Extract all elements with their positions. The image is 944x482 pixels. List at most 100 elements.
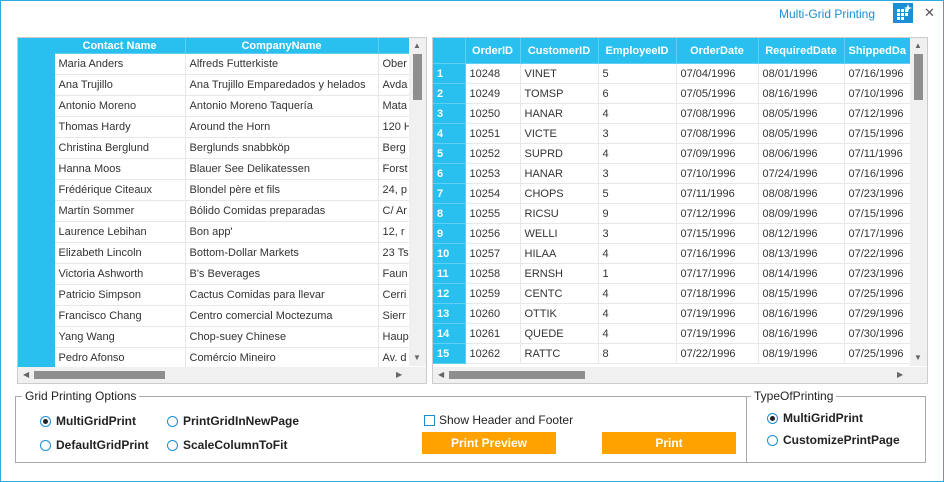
- table-cell[interactable]: Comércio Mineiro: [185, 347, 379, 369]
- row-number[interactable]: 5: [433, 143, 466, 164]
- row-number[interactable]: 4: [433, 123, 466, 144]
- table-cell[interactable]: 5: [598, 63, 677, 84]
- table-cell[interactable]: 07/24/1996: [758, 163, 845, 184]
- row-indicator[interactable]: [18, 74, 55, 96]
- row-number[interactable]: 1: [433, 63, 466, 84]
- table-cell[interactable]: 4: [598, 303, 677, 324]
- table-row[interactable]: 10 10257 HILAA 4 07/16/1996 08/13/1996 07/22/1…: [433, 243, 911, 264]
- table-cell[interactable]: 07/25/1996: [844, 283, 911, 304]
- table-cell[interactable]: Blauer See Delikatessen: [185, 158, 379, 180]
- scroll-right-icon[interactable]: ▶: [396, 370, 402, 379]
- row-indicator[interactable]: [18, 326, 55, 348]
- table-cell[interactable]: Ana Trujillo Emparedados y helados: [185, 74, 379, 96]
- column-header[interactable]: EmployeeID: [598, 38, 677, 64]
- table-cell[interactable]: 07/15/1996: [844, 203, 911, 224]
- row-indicator[interactable]: [18, 221, 55, 243]
- table-row[interactable]: 1 10248 VINET 5 07/04/1996 08/01/1996 07/16/19…: [433, 63, 911, 84]
- row-number[interactable]: 8: [433, 203, 466, 224]
- table-cell[interactable]: Chop-suey Chinese: [185, 326, 379, 348]
- table-cell[interactable]: Victoria Ashworth: [54, 263, 186, 285]
- table-cell[interactable]: 08/05/1996: [758, 123, 845, 144]
- table-cell[interactable]: B's Beverages: [185, 263, 379, 285]
- table-row[interactable]: Thomas Hardy Around the Horn 120 H: [18, 116, 419, 138]
- row-indicator[interactable]: [18, 263, 55, 285]
- table-row[interactable]: 15 10262 RATTC 8 07/22/1996 08/19/1996 07/25/1…: [433, 343, 911, 364]
- table-row[interactable]: 9 10256 WELLI 3 07/15/1996 08/12/1996 07/17/19…: [433, 223, 911, 244]
- scroll-thumb[interactable]: [449, 371, 585, 379]
- scale-column-to-fit-radio[interactable]: ScaleColumnToFit: [167, 438, 287, 452]
- column-header[interactable]: OrderDate: [676, 38, 759, 64]
- row-number[interactable]: 15: [433, 343, 466, 364]
- table-cell[interactable]: 07/08/1996: [676, 123, 759, 144]
- table-cell[interactable]: 07/04/1996: [676, 63, 759, 84]
- table-cell[interactable]: 08/15/1996: [758, 283, 845, 304]
- table-cell[interactable]: 07/17/1996: [844, 223, 911, 244]
- table-row[interactable]: Laurence Lebihan Bon app' 12, r: [18, 221, 419, 243]
- table-row[interactable]: Hanna Moos Blauer See Delikatessen Forst: [18, 158, 419, 180]
- table-cell[interactable]: Pedro Afonso: [54, 347, 186, 369]
- table-cell[interactable]: 10249: [465, 83, 521, 104]
- table-cell[interactable]: CHOPS: [520, 183, 599, 204]
- table-cell[interactable]: 08/01/1996: [758, 63, 845, 84]
- scroll-right-icon[interactable]: ▶: [897, 370, 903, 379]
- table-cell[interactable]: Centro comercial Moctezuma: [185, 305, 379, 327]
- table-cell[interactable]: CENTC: [520, 283, 599, 304]
- table-cell[interactable]: 07/17/1996: [676, 263, 759, 284]
- table-cell[interactable]: 8: [598, 343, 677, 364]
- table-cell[interactable]: 07/09/1996: [676, 143, 759, 164]
- row-indicator[interactable]: [18, 53, 55, 75]
- table-cell[interactable]: 07/25/1996: [844, 343, 911, 364]
- table-cell[interactable]: Martín Sommer: [54, 200, 186, 222]
- table-row[interactable]: Christina Berglund Berglunds snabbköp Berg: [18, 137, 419, 159]
- table-cell[interactable]: 4: [598, 243, 677, 264]
- table-row[interactable]: 12 10259 CENTC 4 07/18/1996 08/15/1996 07/25/1…: [433, 283, 911, 304]
- table-cell[interactable]: 10260: [465, 303, 521, 324]
- table-cell[interactable]: Thomas Hardy: [54, 116, 186, 138]
- table-cell[interactable]: Yang Wang: [54, 326, 186, 348]
- table-cell[interactable]: Around the Horn: [185, 116, 379, 138]
- table-cell[interactable]: Laurence Lebihan: [54, 221, 186, 243]
- table-row[interactable]: 6 10253 HANAR 3 07/10/1996 07/24/1996 07/16/19…: [433, 163, 911, 184]
- table-cell[interactable]: WELLI: [520, 223, 599, 244]
- table-cell[interactable]: 07/23/1996: [844, 183, 911, 204]
- table-cell[interactable]: 07/23/1996: [844, 263, 911, 284]
- table-cell[interactable]: 08/05/1996: [758, 103, 845, 124]
- customize-print-page-radio[interactable]: CustomizePrintPage: [767, 433, 900, 447]
- table-cell[interactable]: ERNSH: [520, 263, 599, 284]
- row-indicator[interactable]: [18, 137, 55, 159]
- type-multi-grid-print-radio[interactable]: MultiGridPrint: [767, 411, 863, 425]
- table-cell[interactable]: 07/16/1996: [844, 63, 911, 84]
- table-row[interactable]: Patricio Simpson Cactus Comidas para llev…: [18, 284, 419, 306]
- table-cell[interactable]: VICTE: [520, 123, 599, 144]
- scroll-down-icon[interactable]: ▼: [413, 353, 421, 362]
- table-cell[interactable]: Maria Anders: [54, 53, 186, 75]
- column-header[interactable]: Contact Name: [54, 38, 186, 54]
- table-cell[interactable]: 07/19/1996: [676, 303, 759, 324]
- table-row[interactable]: Frédérique Citeaux Blondel père et fils 24…: [18, 179, 419, 201]
- table-row[interactable]: 11 10258 ERNSH 1 07/17/1996 08/14/1996 07/23/1…: [433, 263, 911, 284]
- column-header[interactable]: CompanyName: [185, 38, 379, 54]
- table-cell[interactable]: Bólido Comidas preparadas: [185, 200, 379, 222]
- table-cell[interactable]: 10258: [465, 263, 521, 284]
- table-cell[interactable]: HANAR: [520, 163, 599, 184]
- table-row[interactable]: 2 10249 TOMSP 6 07/05/1996 08/16/1996 07/10/19…: [433, 83, 911, 104]
- table-cell[interactable]: Alfreds Futterkiste: [185, 53, 379, 75]
- table-cell[interactable]: 10259: [465, 283, 521, 304]
- row-number[interactable]: 14: [433, 323, 466, 344]
- row-number[interactable]: 12: [433, 283, 466, 304]
- scroll-left-icon[interactable]: ◀: [23, 370, 29, 379]
- default-grid-print-radio[interactable]: DefaultGridPrint: [40, 438, 149, 452]
- row-number[interactable]: 13: [433, 303, 466, 324]
- scroll-down-icon[interactable]: ▼: [914, 353, 922, 362]
- table-cell[interactable]: 10261: [465, 323, 521, 344]
- table-cell[interactable]: 10250: [465, 103, 521, 124]
- table-row[interactable]: 14 10261 QUEDE 4 07/19/1996 08/16/1996 07/30/1…: [433, 323, 911, 344]
- show-header-footer-checkbox[interactable]: Show Header and Footer: [424, 413, 573, 427]
- row-indicator[interactable]: [18, 116, 55, 138]
- table-row[interactable]: Martín Sommer Bólido Comidas preparadas C/…: [18, 200, 419, 222]
- table-cell[interactable]: OTTIK: [520, 303, 599, 324]
- table-cell[interactable]: 07/11/1996: [676, 183, 759, 204]
- table-cell[interactable]: 07/16/1996: [844, 163, 911, 184]
- table-row[interactable]: Francisco Chang Centro comercial Moctezum…: [18, 305, 419, 327]
- row-indicator[interactable]: [18, 95, 55, 117]
